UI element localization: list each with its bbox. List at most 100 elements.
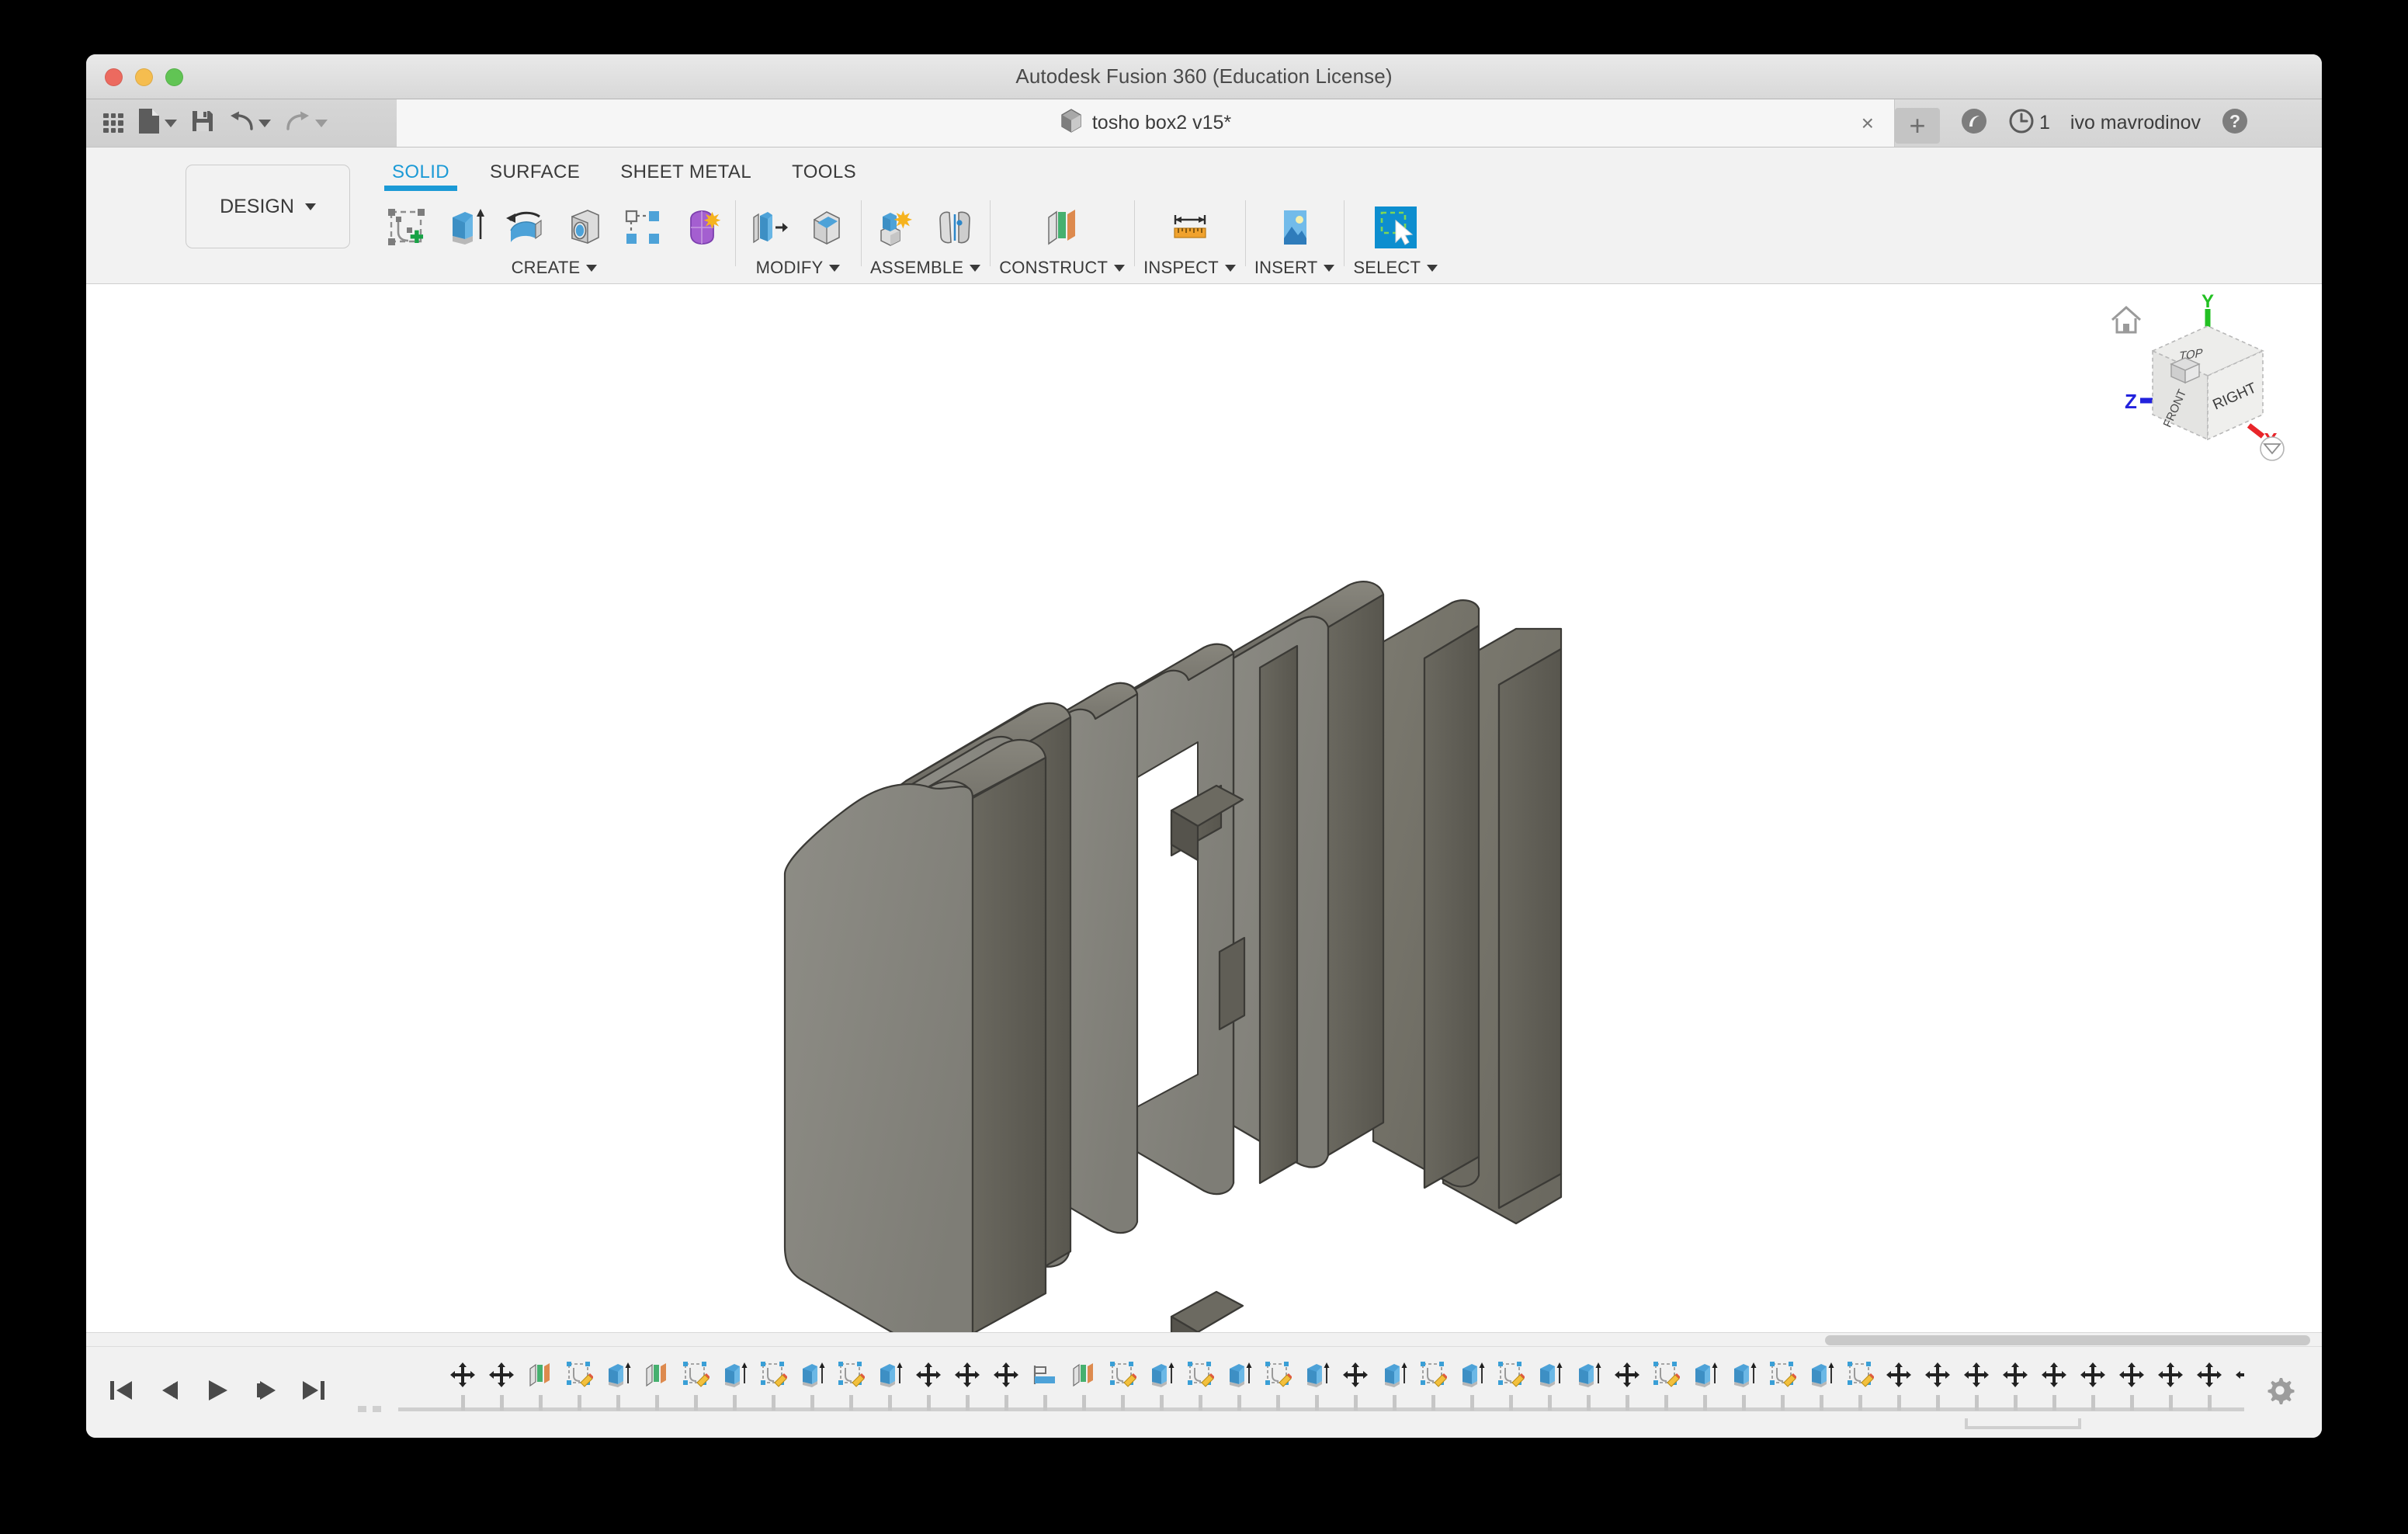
assemble-panel-label[interactable]: ASSEMBLE <box>870 258 981 278</box>
timeline-feature-extrude[interactable] <box>599 1358 637 1411</box>
job-status-button[interactable]: 1 <box>2008 108 2050 138</box>
timeline-scrollbar-thumb[interactable] <box>1825 1335 2310 1345</box>
timeline-feature-move[interactable] <box>1336 1358 1375 1411</box>
timeline-feature-move[interactable] <box>1879 1358 1918 1411</box>
move-icon <box>954 1358 980 1392</box>
timeline-feature-sketch[interactable] <box>831 1358 870 1411</box>
save-button[interactable] <box>191 109 214 137</box>
construct-panel-label[interactable]: CONSTRUCT <box>999 258 1126 278</box>
offset-plane-button[interactable] <box>1038 205 1086 253</box>
new-tab-button[interactable]: + <box>1895 108 1940 144</box>
timeline-feature-sketch[interactable] <box>1491 1358 1530 1411</box>
timeline-feature-move[interactable] <box>2229 1358 2244 1411</box>
go-to-end-button[interactable] <box>300 1377 327 1407</box>
3d-viewport[interactable]: Y Z X TOP FR <box>86 284 2322 1346</box>
fillet-button[interactable] <box>803 205 852 253</box>
timeline-feature-sketch[interactable] <box>676 1358 715 1411</box>
timeline-feature-extrude[interactable] <box>1802 1358 1841 1411</box>
timeline-feature-move[interactable] <box>948 1358 987 1411</box>
timeline-feature-extrude[interactable] <box>1452 1358 1491 1411</box>
timeline-feature-extrude[interactable] <box>1142 1358 1181 1411</box>
timeline-feature-move[interactable] <box>1608 1358 1646 1411</box>
timeline-feature-sketch[interactable] <box>1181 1358 1220 1411</box>
timeline-feature-sketch[interactable] <box>1763 1358 1802 1411</box>
timeline-feature-align[interactable] <box>1025 1358 1064 1411</box>
cad-model[interactable] <box>86 284 2322 1346</box>
workspace-switcher-button[interactable]: DESIGN <box>186 165 350 248</box>
press-pull-button[interactable] <box>744 205 793 253</box>
go-to-beginning-button[interactable] <box>108 1377 134 1407</box>
modify-panel-label[interactable]: MODIFY <box>756 258 841 278</box>
select-panel-label[interactable]: SELECT <box>1353 258 1438 278</box>
timeline-feature-track[interactable] <box>352 1347 2244 1438</box>
timeline-feature-move[interactable] <box>2112 1358 2151 1411</box>
timeline-feature-extrude[interactable] <box>1685 1358 1724 1411</box>
timeline-feature-sketch[interactable] <box>1414 1358 1452 1411</box>
timeline-feature-extrude[interactable] <box>1569 1358 1608 1411</box>
timeline-feature-sketch[interactable] <box>754 1358 793 1411</box>
timeline-feature-sketch[interactable] <box>560 1358 599 1411</box>
extensions-button[interactable] <box>1960 107 1988 139</box>
new-component-button[interactable] <box>872 205 920 253</box>
inspect-panel-label[interactable]: INSPECT <box>1143 258 1236 278</box>
timeline-feature-move[interactable] <box>2035 1358 2073 1411</box>
timeline-feature-plane[interactable] <box>521 1358 560 1411</box>
timeline-feature-extrude[interactable] <box>870 1358 909 1411</box>
extrude-icon <box>1536 1358 1563 1392</box>
timeline-feature-extrude[interactable] <box>1220 1358 1258 1411</box>
timeline-feature-extrude[interactable] <box>793 1358 831 1411</box>
timeline-feature-sketch[interactable] <box>1841 1358 1879 1411</box>
create-sketch-button[interactable] <box>383 205 431 253</box>
step-forward-button[interactable] <box>252 1377 279 1407</box>
timeline-feature-move[interactable] <box>482 1358 521 1411</box>
timeline-feature-move[interactable] <box>2073 1358 2112 1411</box>
username-label[interactable]: ivo mavrodinov <box>2070 112 2201 134</box>
view-cube[interactable]: Y Z X TOP FR <box>2104 291 2299 474</box>
timeline-feature-plane[interactable] <box>637 1358 676 1411</box>
pattern-button[interactable] <box>619 205 667 253</box>
timeline-feature-move[interactable] <box>1918 1358 1957 1411</box>
tab-tools[interactable]: TOOLS <box>772 152 876 191</box>
timeline-settings-button[interactable] <box>2244 1375 2322 1410</box>
hole-button[interactable] <box>560 205 608 253</box>
create-form-button[interactable] <box>678 205 726 253</box>
timeline-feature-extrude[interactable] <box>1530 1358 1569 1411</box>
timeline-feature-move[interactable] <box>1996 1358 2035 1411</box>
play-button[interactable] <box>204 1377 231 1407</box>
timeline-feature-extrude[interactable] <box>715 1358 754 1411</box>
timeline-feature-extrude[interactable] <box>1724 1358 1763 1411</box>
revolve-button[interactable] <box>501 205 549 253</box>
tab-solid[interactable]: SOLID <box>372 152 470 191</box>
timeline-feature-move[interactable] <box>2151 1358 2190 1411</box>
tab-surface[interactable]: SURFACE <box>470 152 600 191</box>
create-panel-label[interactable]: CREATE <box>512 258 598 278</box>
step-back-button[interactable] <box>156 1377 182 1407</box>
timeline-feature-move[interactable] <box>909 1358 948 1411</box>
select-tool-button[interactable] <box>1372 205 1420 253</box>
model-plate-7 <box>1372 599 1480 1189</box>
undo-button[interactable] <box>228 110 271 136</box>
insert-panel-label[interactable]: INSERT <box>1254 258 1335 278</box>
timeline-feature-move[interactable] <box>987 1358 1025 1411</box>
timeline-feature-sketch[interactable] <box>1258 1358 1297 1411</box>
timeline-feature-sketch[interactable] <box>1646 1358 1685 1411</box>
insert-image-button[interactable] <box>1271 205 1319 253</box>
close-icon[interactable]: × <box>1862 112 1874 134</box>
timeline-feature-move[interactable] <box>443 1358 482 1411</box>
joint-button[interactable] <box>931 205 979 253</box>
timeline-feature-move[interactable] <box>2190 1358 2229 1411</box>
help-button[interactable]: ? <box>2221 107 2249 139</box>
timeline-feature-extrude[interactable] <box>1375 1358 1414 1411</box>
timeline-feature-plane[interactable] <box>1064 1358 1103 1411</box>
timeline-feature-move[interactable] <box>1957 1358 1996 1411</box>
app-grid-button[interactable] <box>103 113 123 134</box>
file-menu-button[interactable] <box>137 108 177 138</box>
extrude-button[interactable] <box>442 205 490 253</box>
timeline-feature-sketch[interactable] <box>1103 1358 1142 1411</box>
timeline-feature-extrude[interactable] <box>1297 1358 1336 1411</box>
tab-sheet-metal[interactable]: SHEET METAL <box>600 152 772 191</box>
document-tab[interactable]: tosho box2 v15* × <box>397 99 1895 147</box>
timeline-scrollbar-track[interactable] <box>86 1332 2322 1346</box>
redo-button[interactable] <box>285 110 328 136</box>
measure-button[interactable] <box>1166 205 1214 253</box>
